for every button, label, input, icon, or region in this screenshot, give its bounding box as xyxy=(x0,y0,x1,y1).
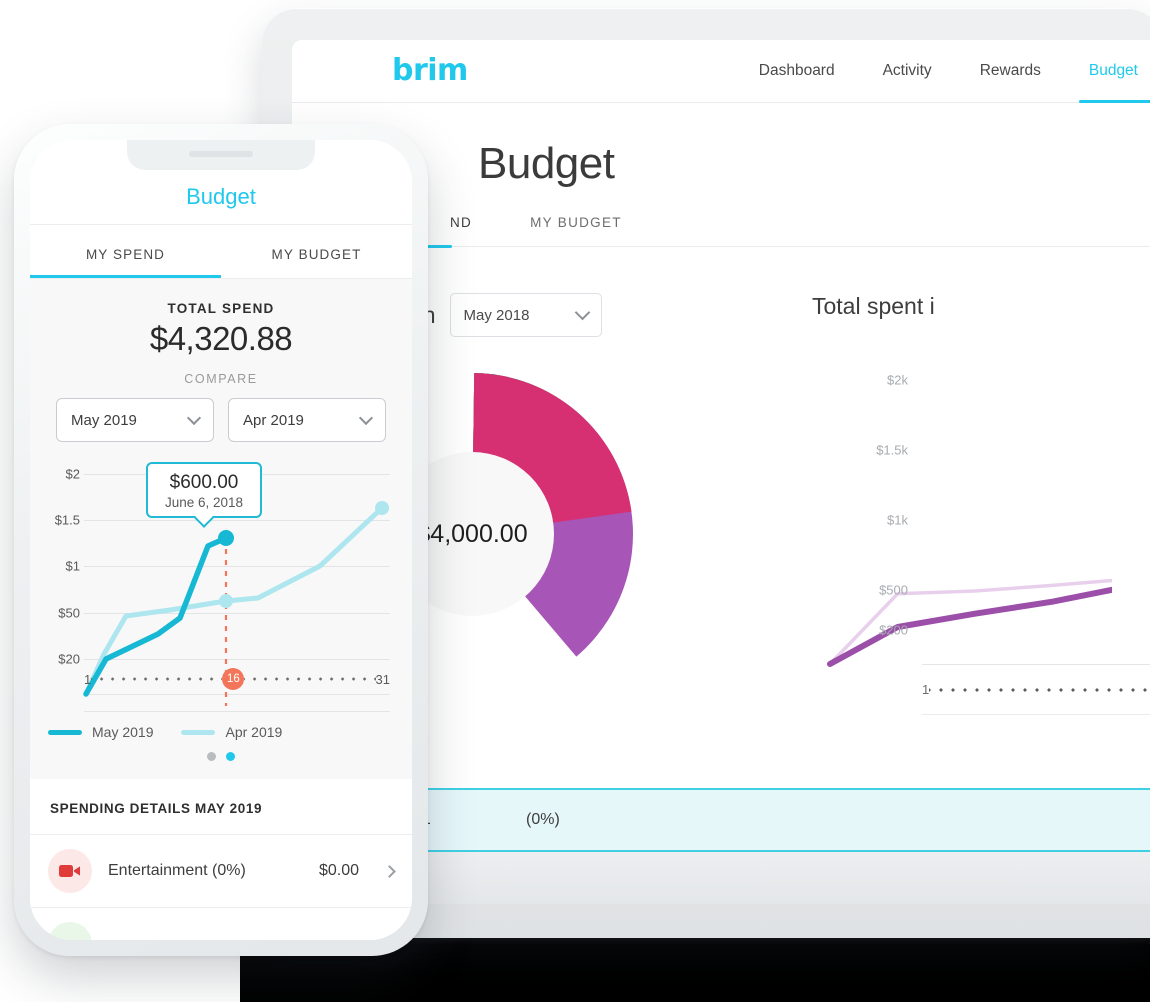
xaxis-dots xyxy=(929,682,1150,697)
line-chart-bottom-rule xyxy=(922,714,1150,715)
total-spend-label: TOTAL SPEND xyxy=(167,301,275,316)
nav-item-budget[interactable]: Budget xyxy=(1065,40,1150,103)
point-apr-31 xyxy=(375,501,389,515)
legend-label-apr: Apr 2019 xyxy=(225,724,283,740)
nav-item-activity[interactable]: Activity xyxy=(859,40,956,102)
line-heading-text: Total spent i xyxy=(812,293,935,319)
chevron-down-icon xyxy=(186,410,202,425)
tooltip-amount: $600.00 xyxy=(169,472,239,493)
compare-select-a-value: May 2019 xyxy=(71,411,137,429)
point-apr-16 xyxy=(219,594,233,608)
carousel-dots xyxy=(30,740,412,779)
ytick-1k: $1k xyxy=(887,512,908,528)
speaker-grille-icon xyxy=(189,151,253,157)
phone-screen: Budget MY SPEND MY BUDGET TOTAL SPEND $4… xyxy=(30,140,412,940)
phone-chart-xaxis: 1 16 31 xyxy=(84,668,390,690)
nav-item-rewards[interactable]: Rewards xyxy=(956,40,1065,102)
ytick-2k: $2k xyxy=(887,372,908,388)
list-item-amount: $0.00 xyxy=(318,862,359,879)
phone-xtick-marker[interactable]: 16 xyxy=(222,668,245,690)
phone-device: Budget MY SPEND MY BUDGET TOTAL SPEND $4… xyxy=(14,124,428,956)
line-chart-xaxis: 1 xyxy=(922,682,1150,697)
brim-logo[interactable]: brim xyxy=(392,56,468,86)
phone-spend-section: TOTAL SPEND $4,320.88 COMPARE May 2019 A… xyxy=(30,279,412,779)
tab-my-budget[interactable]: MY BUDGET xyxy=(530,215,622,246)
leaf-icon xyxy=(48,922,92,940)
tablet-line-chart-svg xyxy=(827,578,1123,667)
series-apr-2019 xyxy=(83,505,385,697)
chevron-down-icon xyxy=(574,304,590,321)
phone-chart-bottom-rule xyxy=(84,711,390,712)
month-select-value: May 2018 xyxy=(463,306,530,324)
total-percent: (0%) xyxy=(526,811,560,828)
spending-details-title: SPENDING DETAILS MAY 2019 xyxy=(30,779,412,834)
phone-xtick-end: 31 xyxy=(375,671,391,687)
legend-swatch-apr xyxy=(181,729,216,735)
screenshot-stage: brim Dashboard Activity Rewards Budget B… xyxy=(0,0,1150,1002)
phone-tabs: MY SPEND MY BUDGET xyxy=(30,225,412,278)
carousel-dot-1[interactable] xyxy=(207,752,216,761)
compare-select-a[interactable]: May 2019 xyxy=(56,398,214,442)
phone-chart-legend: May 2019 Apr 2019 xyxy=(30,718,412,740)
compare-selects: May 2019 Apr 2019 xyxy=(30,398,412,442)
leaf-icon-svg xyxy=(60,936,80,940)
chart-tooltip: $600.00 June 6, 2018 xyxy=(146,462,262,528)
phone-xtick-start: 1 xyxy=(84,671,92,687)
total-spend-amount: $4,320.88 xyxy=(149,320,293,357)
nav-item-dashboard[interactable]: Dashboard xyxy=(735,40,859,102)
ytick-1-5k: $1.5k xyxy=(876,442,908,458)
ytick-500: $500 xyxy=(879,582,908,598)
tablet-main-nav: Dashboard Activity Rewards Budget xyxy=(735,40,1150,103)
ytick-200: $200 xyxy=(879,622,908,638)
chevron-right-icon xyxy=(383,864,396,878)
carousel-dot-2[interactable] xyxy=(226,752,235,761)
list-item[interactable]: Entertainment (0%) $0.00 xyxy=(30,835,412,907)
point-may-16 xyxy=(218,530,234,546)
phone-notch xyxy=(127,140,315,170)
video-camera-icon-svg xyxy=(59,865,80,877)
tab-my-spend[interactable]: ND xyxy=(450,215,472,246)
line-panel: Total spent i $2k $1.5k $1k $500 $200 1 xyxy=(802,293,1150,715)
video-camera-icon xyxy=(48,849,92,893)
phone-tab-my-spend[interactable]: MY SPEND xyxy=(30,225,221,278)
line-chart-baseline xyxy=(922,664,1150,665)
list-item-partial[interactable] xyxy=(30,908,412,940)
chevron-down-icon xyxy=(358,410,374,425)
month-select[interactable]: May 2018 xyxy=(449,293,602,337)
compare-select-b[interactable]: Apr 2019 xyxy=(228,398,386,442)
phone-line-chart: $2 $1.5 $1 $50 $20 $600.00 June 6, 2018 … xyxy=(30,456,412,718)
phone-xaxis-dots-left xyxy=(91,673,223,685)
phone-tab-my-budget[interactable]: MY BUDGET xyxy=(221,225,412,278)
tablet-line-chart: $2k $1.5k $1k $500 $200 1 xyxy=(812,346,1150,715)
compare-label: COMPARE xyxy=(184,372,258,386)
tablet-app-header: brim Dashboard Activity Rewards Budget xyxy=(292,40,1150,103)
compare-select-b-value: Apr 2019 xyxy=(243,411,304,429)
phone-xaxis-dots-right xyxy=(244,673,376,685)
xtick-start: 1 xyxy=(922,682,930,697)
line-panel-heading: Total spent i xyxy=(812,293,1150,320)
list-item-label: Entertainment (0%) xyxy=(108,862,246,879)
legend-label-may: May 2019 xyxy=(92,724,154,740)
legend-swatch-may xyxy=(48,729,82,735)
